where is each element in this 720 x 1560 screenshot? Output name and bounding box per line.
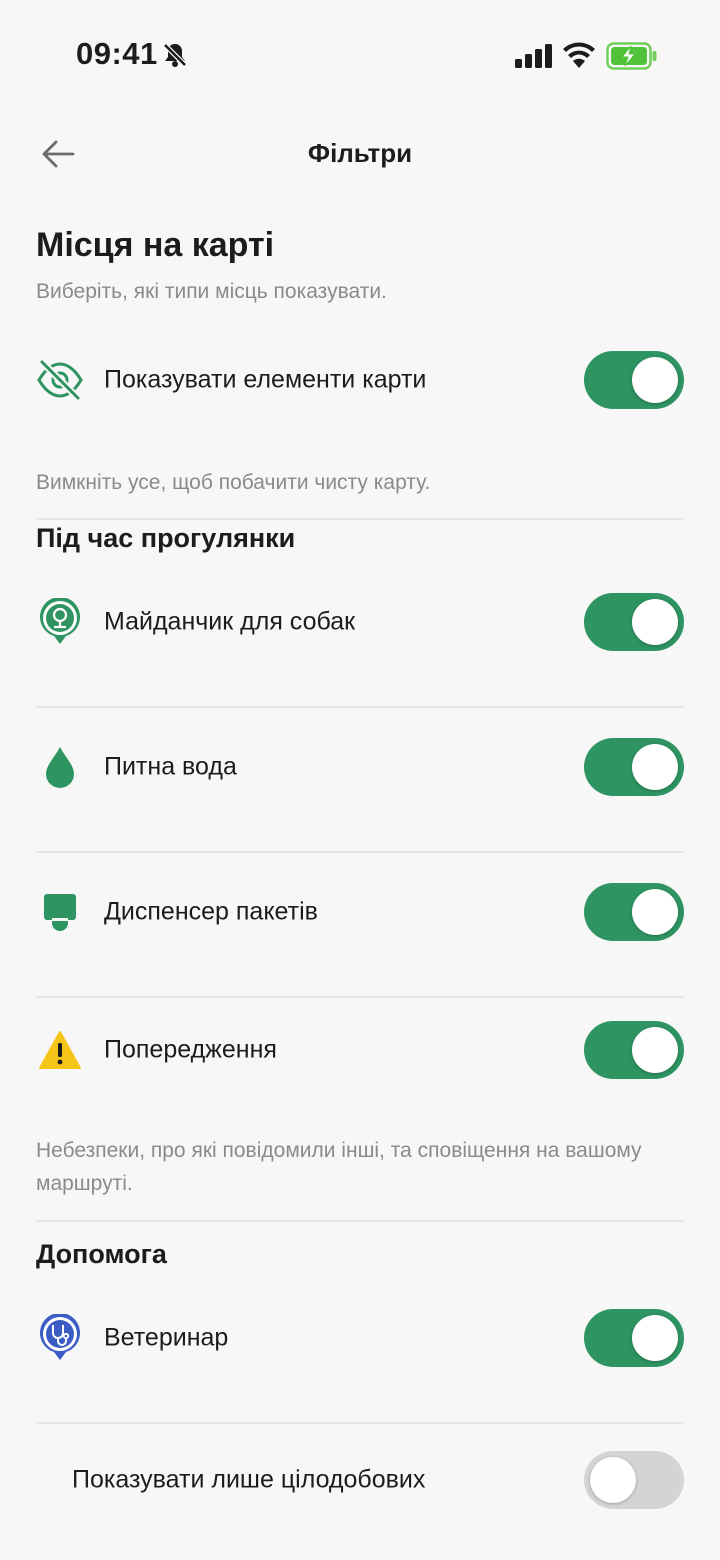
wifi-icon bbox=[563, 42, 595, 73]
section-title: Місця на карті bbox=[36, 226, 275, 264]
toggle-knob bbox=[632, 357, 678, 403]
list-item-water: Питна вода bbox=[36, 737, 684, 797]
map-elements-label: Показувати елементи карти bbox=[104, 365, 427, 394]
status-bar: 09:41 bbox=[0, 0, 720, 110]
vet-stethoscope-pin-icon bbox=[36, 1314, 84, 1362]
divider bbox=[36, 996, 684, 998]
toggle-knob bbox=[632, 744, 678, 790]
divider bbox=[36, 518, 684, 520]
toggle-knob bbox=[590, 1457, 636, 1503]
water-toggle[interactable] bbox=[584, 738, 684, 796]
list-item-label: Ветеринар bbox=[104, 1323, 229, 1352]
dog-park-toggle[interactable] bbox=[584, 593, 684, 651]
bag-dispenser-toggle[interactable] bbox=[584, 883, 684, 941]
toggle-knob bbox=[632, 1027, 678, 1073]
divider bbox=[36, 706, 684, 708]
vet-toggle[interactable] bbox=[584, 1309, 684, 1367]
divider bbox=[36, 1422, 684, 1424]
list-item-bag-dispenser: Диспенсер пакетів bbox=[36, 882, 684, 942]
list-item-warnings: Попередження bbox=[36, 1020, 684, 1080]
list-item-dog-park: Майданчик для собак bbox=[36, 592, 684, 652]
divider bbox=[36, 851, 684, 853]
eye-slash-icon bbox=[36, 356, 84, 404]
bell-slash-icon bbox=[160, 40, 190, 75]
battery-charging-icon bbox=[606, 42, 658, 75]
toggle-knob bbox=[632, 1315, 678, 1361]
status-time: 09:41 bbox=[76, 36, 158, 71]
divider bbox=[36, 1220, 684, 1222]
list-item-label: Питна вода bbox=[104, 752, 237, 781]
toggle-knob bbox=[632, 599, 678, 645]
list-item-label: Попередження bbox=[104, 1035, 277, 1064]
walk-group-title: Під час прогулянки bbox=[36, 523, 296, 553]
list-item-24h: Показувати лише цілодобових bbox=[36, 1450, 684, 1510]
bag-dispenser-icon bbox=[36, 888, 84, 936]
warning-icon bbox=[36, 1026, 84, 1074]
cellular-signal-icon bbox=[515, 44, 553, 73]
list-item-label: Майданчик для собак bbox=[104, 607, 356, 636]
header: Фільтри bbox=[0, 120, 720, 190]
map-elements-row: Показувати елементи карти bbox=[36, 350, 684, 410]
list-item-vet: Ветеринар bbox=[36, 1308, 684, 1368]
warnings-note: Небезпеки, про які повідомили інші, та с… bbox=[36, 1139, 642, 1195]
page-title: Фільтри bbox=[307, 138, 413, 168]
toggle-knob bbox=[632, 889, 678, 935]
open-24h-toggle[interactable] bbox=[584, 1451, 684, 1509]
list-item-label: Показувати лише цілодобових bbox=[72, 1465, 426, 1494]
help-group-title: Допомога bbox=[36, 1239, 167, 1269]
water-drop-icon bbox=[36, 743, 84, 791]
map-elements-note: Вимкніть усе, щоб побачити чисту карту. bbox=[36, 471, 431, 494]
list-item-label: Диспенсер пакетів bbox=[104, 897, 318, 926]
warnings-toggle[interactable] bbox=[584, 1021, 684, 1079]
dog-park-pin-icon bbox=[36, 598, 84, 646]
map-elements-toggle[interactable] bbox=[584, 351, 684, 409]
section-subtitle: Виберіть, які типи місць показувати. bbox=[36, 280, 387, 303]
